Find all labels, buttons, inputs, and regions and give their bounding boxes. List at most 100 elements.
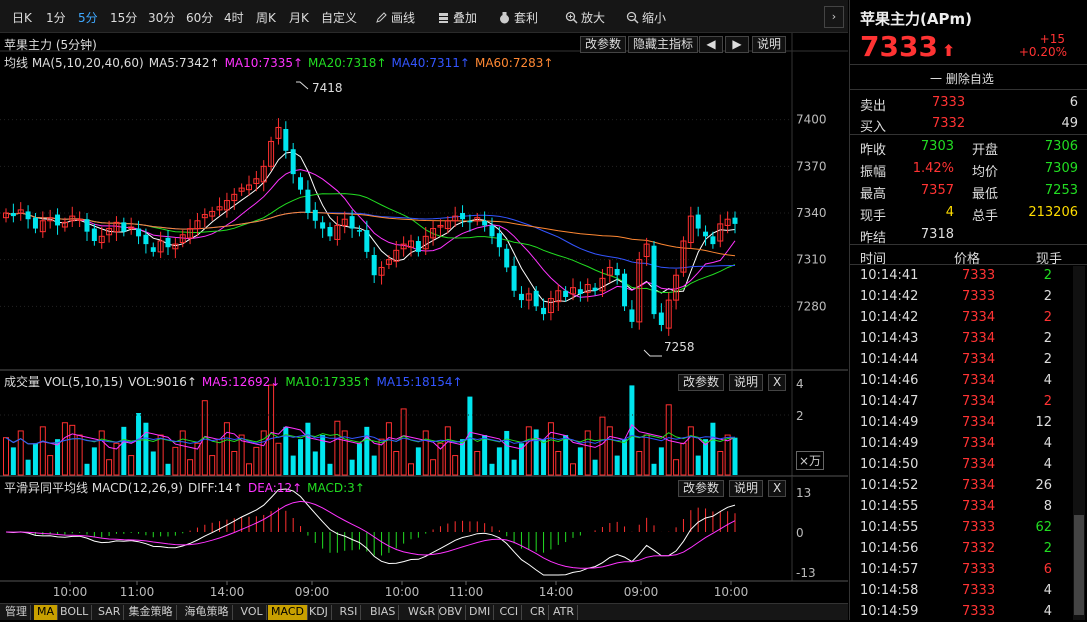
tab-kdj[interactable]: KDJ bbox=[306, 605, 332, 620]
tab-cci[interactable]: CCI bbox=[497, 605, 523, 620]
tab-macd[interactable]: MACD bbox=[268, 605, 308, 620]
tab-[interactable]: 管理 bbox=[2, 605, 31, 620]
tab-wr[interactable]: W&R bbox=[405, 605, 440, 620]
candle-body bbox=[55, 214, 61, 226]
toolbar-h4-button[interactable]: 4时 bbox=[224, 9, 244, 26]
toolbar-zoomin-button[interactable]: 放大 bbox=[565, 9, 605, 26]
stat-value: 7303 bbox=[920, 139, 954, 154]
hide-indicator-button[interactable]: 隐藏主指标 bbox=[628, 36, 699, 53]
tick-time: 10:14:46 bbox=[860, 373, 919, 388]
volume-bar bbox=[629, 385, 635, 475]
volume-bar bbox=[172, 446, 179, 476]
tab-[interactable]: 海龟策略 bbox=[182, 605, 233, 620]
macd-params-button[interactable]: 改参数 bbox=[678, 480, 725, 497]
toolbar-m5-button[interactable]: 5分 bbox=[78, 9, 98, 26]
order-book-qty: 6 bbox=[1069, 95, 1078, 110]
candle-body bbox=[327, 227, 333, 237]
scroll-left-button[interactable]: ◀ bbox=[699, 36, 723, 53]
tab-cr[interactable]: CR bbox=[527, 605, 550, 620]
volume-bar bbox=[194, 442, 201, 476]
toolbar-zoomout-button[interactable]: 缩小 bbox=[626, 9, 666, 26]
toolbar-label: 周K bbox=[256, 11, 276, 25]
scrollbar-thumb[interactable] bbox=[1074, 515, 1084, 615]
chart-area[interactable]: 7400 7370 7340 7310 7280 4 2 13 0 -13 10:00 11:0… bbox=[0, 33, 848, 603]
volume-bar bbox=[444, 426, 451, 476]
volume-bar bbox=[504, 430, 510, 475]
tick-row: 10:14:52 7334 26 bbox=[850, 475, 1072, 496]
volume-bar bbox=[268, 384, 275, 476]
toolbar-label: 4时 bbox=[224, 11, 244, 25]
macd-help-button[interactable]: 说明 bbox=[729, 480, 764, 497]
volume-bar bbox=[371, 455, 377, 475]
tab-[interactable]: 集金策略 bbox=[126, 605, 177, 620]
price-tick: 7310 bbox=[796, 253, 827, 267]
remove-watchlist-button[interactable]: 一 删除自选 bbox=[930, 70, 994, 87]
candle-body bbox=[415, 241, 421, 252]
volume-bar bbox=[165, 463, 171, 475]
volume-bar bbox=[10, 447, 16, 475]
tab-rsi[interactable]: RSI bbox=[337, 605, 362, 620]
tab-bias[interactable]: BIAS bbox=[367, 605, 400, 620]
tab-ma[interactable]: MA bbox=[34, 605, 59, 620]
tick-price: 7334 bbox=[962, 457, 996, 472]
toolbar-overlay-button[interactable]: 叠加 bbox=[437, 9, 477, 26]
volume-bar bbox=[695, 455, 701, 475]
main-help-button[interactable]: 说明 bbox=[752, 36, 787, 53]
toolbar-m15-button[interactable]: 15分 bbox=[110, 9, 137, 26]
tick-price: 7334 bbox=[962, 331, 996, 346]
toolbar-month-button[interactable]: 月K bbox=[289, 9, 309, 26]
tab-boll[interactable]: BOLL bbox=[57, 605, 93, 620]
candle-body bbox=[622, 273, 628, 307]
tab-vol[interactable]: VOL bbox=[238, 605, 267, 620]
toolbar-label: 缩小 bbox=[642, 11, 667, 25]
low-price-label: 7258 bbox=[664, 340, 695, 354]
candle-body bbox=[489, 225, 495, 237]
tick-qty: 2 bbox=[1043, 394, 1052, 409]
volume-bar bbox=[687, 426, 694, 476]
volume-bar bbox=[128, 455, 135, 476]
toolbar-m1-button[interactable]: 1分 bbox=[46, 9, 66, 26]
legend-item: MA5:7342↑ bbox=[148, 56, 220, 70]
volume-bar bbox=[400, 408, 407, 476]
macd-close-button[interactable]: X bbox=[768, 480, 786, 497]
x-tick-label: 09:00 bbox=[295, 585, 330, 599]
toolbar-label: 15分 bbox=[110, 11, 138, 25]
toolbar-arb-button[interactable]: 套利 bbox=[498, 9, 538, 26]
candle-body bbox=[298, 177, 304, 190]
toolbar-m60-button[interactable]: 60分 bbox=[186, 9, 213, 26]
tab-dmi[interactable]: DMI bbox=[466, 605, 495, 620]
candle-body bbox=[364, 230, 370, 252]
price-tick: 7280 bbox=[796, 299, 827, 313]
toolbar-m30-button[interactable]: 30分 bbox=[148, 9, 175, 26]
toolbar-day-button[interactable]: 日K bbox=[12, 9, 32, 26]
candle-body bbox=[592, 287, 598, 291]
candle-body bbox=[467, 220, 473, 223]
main-params-button[interactable]: 改参数 bbox=[580, 36, 627, 53]
tick-time: 10:14:59 bbox=[860, 604, 919, 619]
volume-bar bbox=[474, 450, 481, 476]
vol-params-button[interactable]: 改参数 bbox=[678, 374, 725, 391]
toolbar-custom-button[interactable]: 自定义 bbox=[321, 9, 357, 26]
volume-bar bbox=[622, 439, 628, 475]
toolbar-label: 月K bbox=[289, 11, 309, 25]
volume-bar bbox=[290, 455, 296, 475]
tab-sar[interactable]: SAR bbox=[95, 605, 125, 620]
tab-obv[interactable]: OBV bbox=[436, 605, 466, 620]
vol-close-button[interactable]: X bbox=[768, 374, 786, 391]
tick-price: 7334 bbox=[962, 436, 996, 451]
toolbar-draw-button[interactable]: 画线 bbox=[375, 9, 415, 26]
tick-price: 7333 bbox=[962, 289, 996, 304]
tick-qty: 4 bbox=[1043, 604, 1052, 619]
order-book-row: 卖出 7333 6 bbox=[850, 92, 1080, 114]
tick-time: 10:14:44 bbox=[860, 352, 919, 367]
tab-atr[interactable]: ATR bbox=[550, 605, 579, 620]
legend-item: MA15:18154↑ bbox=[376, 375, 463, 389]
tick-time: 10:14:58 bbox=[860, 583, 919, 598]
toolbar-week-button[interactable]: 周K bbox=[256, 9, 276, 26]
volume-bar bbox=[275, 442, 282, 476]
volume-bar bbox=[651, 463, 657, 475]
vol-help-button[interactable]: 说明 bbox=[729, 374, 764, 391]
toolbar-expand-button[interactable]: › bbox=[824, 6, 844, 28]
scroll-right-button[interactable]: ▶ bbox=[725, 36, 749, 53]
volume-bar bbox=[533, 429, 539, 475]
